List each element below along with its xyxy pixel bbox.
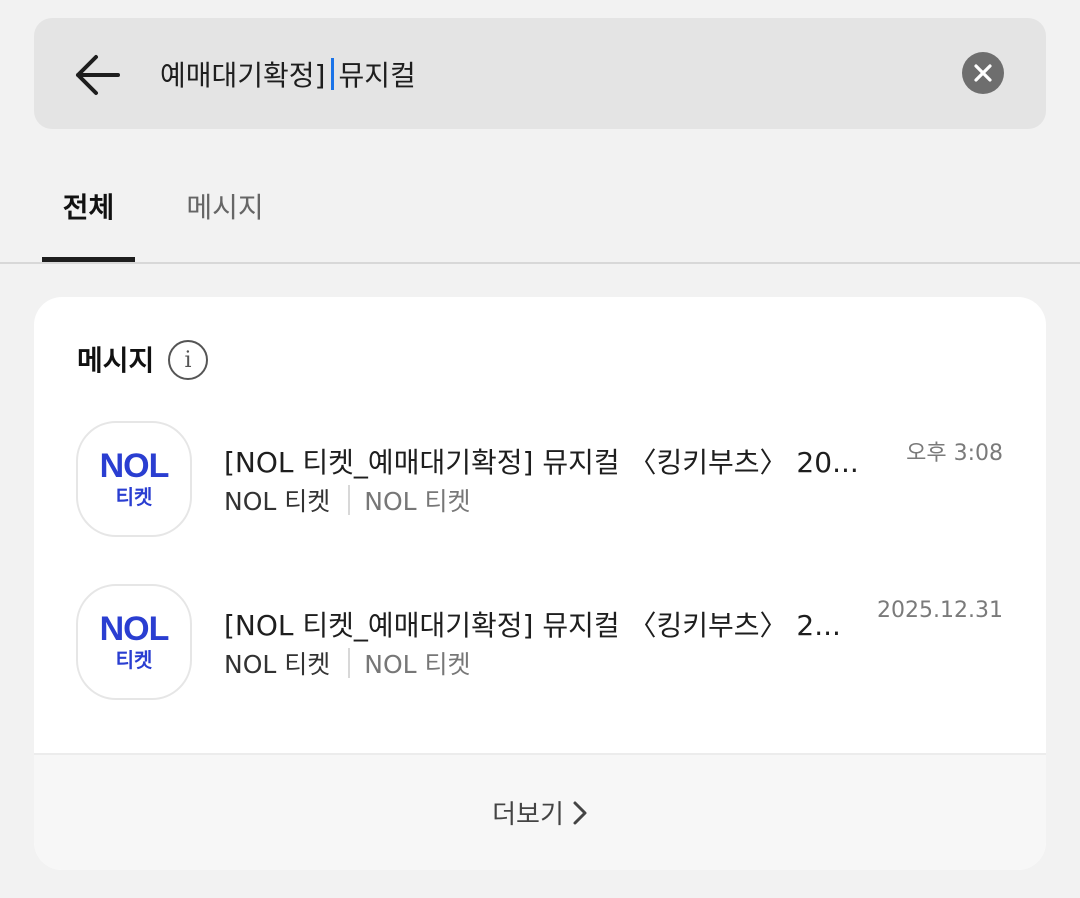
message-title: [NOL 티켓_예매대기확정] 뮤지컬 〈킹키부츠〉 2... bbox=[224, 609, 841, 642]
message-channel: NOL 티켓 bbox=[364, 650, 471, 679]
message-item[interactable]: NOL 티켓 [NOL 티켓_예매대기확정] 뮤지컬 〈킹키부츠〉 20... … bbox=[34, 417, 1046, 547]
chevron-right-icon bbox=[572, 799, 588, 827]
tab-divider bbox=[0, 262, 1080, 264]
tab-messages[interactable]: 메시지 bbox=[170, 150, 280, 262]
messages-card: 메시지 i NOL 티켓 [NOL 티켓_예매대기확정] 뮤지컬 〈킹키부츠〉 … bbox=[34, 297, 1046, 870]
meta-separator bbox=[348, 485, 351, 515]
see-more-label: 더보기 bbox=[492, 800, 564, 830]
message-meta: NOL 티켓 NOL 티켓 bbox=[224, 483, 471, 517]
message-time: 2025.12.31 bbox=[877, 598, 1003, 623]
nol-ticket-app-icon: NOL 티켓 bbox=[76, 584, 192, 700]
message-meta: NOL 티켓 NOL 티켓 bbox=[224, 646, 471, 680]
see-more-button[interactable]: 더보기 bbox=[34, 755, 1046, 870]
message-item[interactable]: NOL 티켓 [NOL 티켓_예매대기확정] 뮤지컬 〈킹키부츠〉 2... N… bbox=[34, 580, 1046, 710]
tab-all[interactable]: 전체 bbox=[42, 150, 135, 263]
tab-bar: 전체 메시지 bbox=[0, 150, 1080, 264]
message-channel: NOL 티켓 bbox=[364, 487, 471, 516]
meta-separator bbox=[348, 648, 351, 678]
message-sender: NOL 티켓 bbox=[224, 487, 331, 516]
nol-ticket-app-icon: NOL 티켓 bbox=[76, 421, 192, 537]
back-arrow-icon bbox=[76, 55, 120, 95]
message-title: [NOL 티켓_예매대기확정] 뮤지컬 〈킹키부츠〉 20... bbox=[224, 446, 859, 479]
message-time: 오후 3:08 bbox=[906, 441, 1003, 466]
message-sender: NOL 티켓 bbox=[224, 650, 331, 679]
search-query-after: 뮤지컬 bbox=[338, 59, 416, 92]
section-title: 메시지 bbox=[77, 344, 155, 377]
search-query-before: 예매대기확정] bbox=[160, 59, 326, 92]
search-input[interactable]: 예매대기확정] 뮤지컬 bbox=[160, 50, 940, 98]
clear-icon bbox=[974, 64, 992, 82]
back-button[interactable] bbox=[70, 48, 124, 102]
info-icon[interactable]: i bbox=[168, 340, 208, 380]
clear-search-button[interactable] bbox=[962, 52, 1004, 94]
search-bar: 예매대기확정] 뮤지컬 bbox=[34, 18, 1046, 129]
text-cursor bbox=[330, 58, 334, 90]
